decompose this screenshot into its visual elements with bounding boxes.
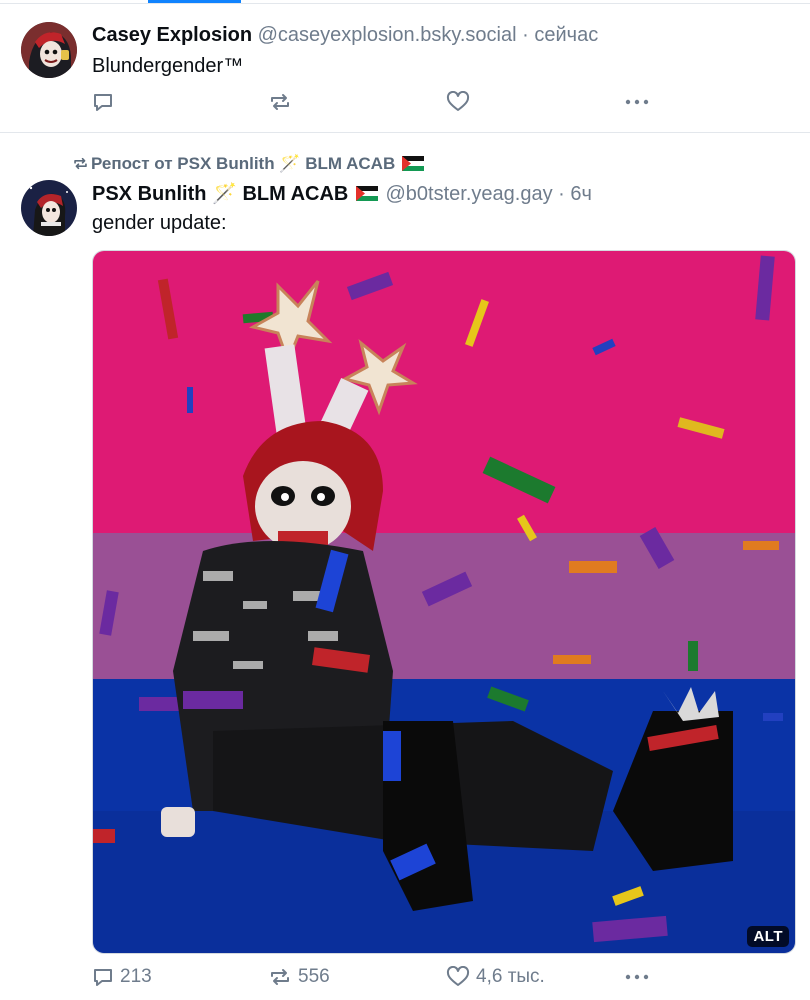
reply-button[interactable] bbox=[92, 88, 114, 116]
like-icon bbox=[446, 966, 470, 986]
post-actions: 213 556 4,6 тыс. bbox=[92, 963, 712, 991]
more-options-button[interactable] bbox=[624, 963, 650, 991]
alt-text-badge[interactable]: ALT bbox=[747, 926, 789, 947]
repost-button[interactable]: 556 bbox=[268, 963, 330, 991]
repost-icon bbox=[271, 969, 289, 985]
like-button[interactable] bbox=[446, 88, 470, 116]
reply-button[interactable]: 213 bbox=[92, 963, 152, 991]
repost-indicator[interactable]: Репост от PSX Bunlith 🪄 BLM ACAB bbox=[72, 154, 426, 174]
palestine-flag-icon bbox=[401, 156, 424, 171]
post-text: Blundergender™ bbox=[92, 55, 244, 77]
repost-icon bbox=[271, 94, 289, 110]
reply-count: 213 bbox=[120, 966, 152, 987]
post-time[interactable]: 6ч bbox=[570, 183, 592, 205]
repost-button[interactable] bbox=[268, 88, 292, 116]
more-icon bbox=[625, 99, 649, 105]
like-button[interactable]: 4,6 тыс. bbox=[446, 963, 545, 991]
post-actions bbox=[92, 88, 712, 116]
author-name[interactable]: PSX Bunlith 🪄 BLM ACAB bbox=[92, 183, 348, 205]
author-handle[interactable]: @caseyexplosion.bsky.social bbox=[258, 24, 517, 46]
like-count: 4,6 тыс. bbox=[476, 966, 545, 987]
post-text: gender update: bbox=[92, 212, 227, 234]
feed-post[interactable]: Casey Explosion @caseyexplosion.bsky.soc… bbox=[0, 4, 810, 133]
separator: · bbox=[558, 183, 565, 205]
avatar[interactable] bbox=[21, 180, 77, 236]
avatar[interactable] bbox=[21, 22, 77, 78]
repost-icon bbox=[74, 157, 87, 170]
post-image[interactable]: ALT bbox=[92, 250, 796, 954]
more-options-button[interactable] bbox=[624, 88, 650, 116]
bi-flag-character-artwork bbox=[93, 251, 795, 953]
author-handle[interactable]: @b0tster.yeag.gay bbox=[386, 183, 553, 205]
separator: · bbox=[522, 24, 529, 46]
like-icon bbox=[446, 91, 470, 111]
more-icon bbox=[625, 974, 649, 980]
repost-label: Репост от PSX Bunlith 🪄 BLM ACAB bbox=[91, 154, 396, 173]
author-name[interactable]: Casey Explosion bbox=[92, 24, 252, 46]
feed-post[interactable]: Репост от PSX Bunlith 🪄 BLM ACAB PSX Bun… bbox=[0, 133, 810, 1000]
repost-count: 556 bbox=[298, 966, 330, 987]
reply-icon bbox=[94, 969, 112, 986]
palestine-flag-icon bbox=[355, 186, 378, 201]
post-time[interactable]: сейчас bbox=[534, 24, 598, 46]
reply-icon bbox=[94, 94, 112, 111]
